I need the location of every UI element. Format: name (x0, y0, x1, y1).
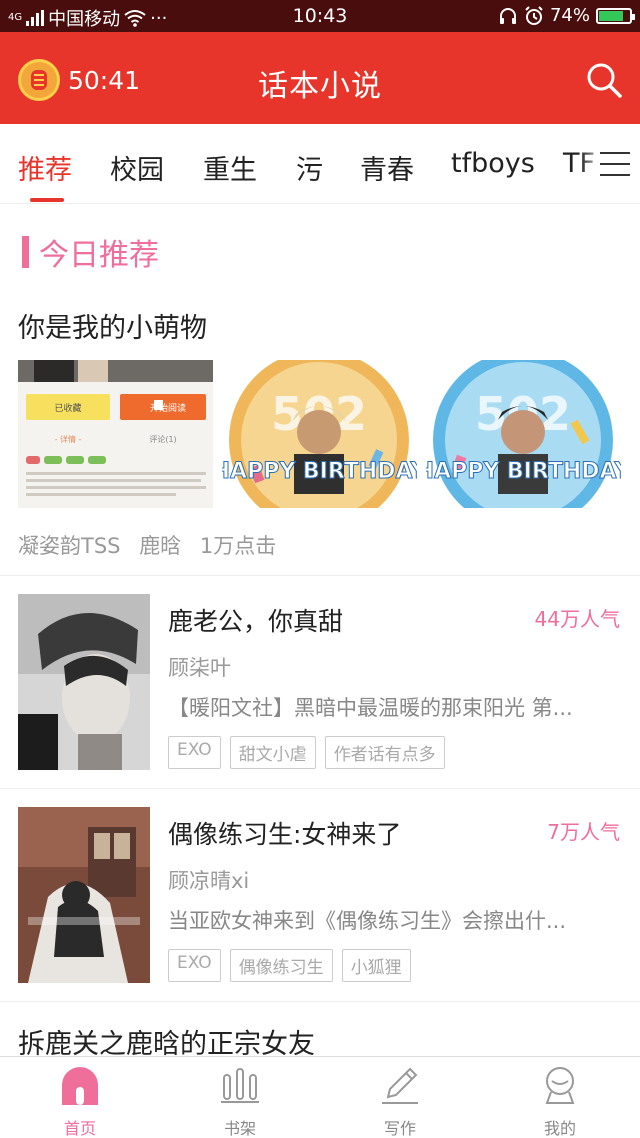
nav-write[interactable]: 写作 (340, 1065, 460, 1138)
book-tags: EXO 甜文小虐 作者话有点多 (168, 736, 445, 769)
book-item[interactable]: 偶像练习生:女神来了 7万人气 顾凉晴xi 当亚欧女神来到《偶像练习生》会擦出什… (0, 789, 640, 1001)
tab-tfboys[interactable]: tfboys (451, 148, 535, 179)
book-author: 顾柒叶 (168, 656, 231, 680)
nav-profile[interactable]: 我的 (500, 1065, 620, 1138)
bookshelf-icon (221, 1068, 259, 1103)
featured-thumbnail-2[interactable]: 502 HAPPY BIRTHDAY (222, 360, 417, 508)
thumb-comment-tab: 评论(1) (149, 434, 176, 444)
bottom-nav: 首页 书架 写作 我的 (0, 1056, 640, 1138)
section-title: 今日推荐 (39, 238, 159, 273)
status-bar: 4G 中国移动 ··· 10:43 74% (0, 0, 640, 32)
app-title: 话本小说 (258, 69, 382, 104)
thumb-detail-tab: - 详情 - (55, 434, 82, 444)
thumb-collected-label: 已收藏 (54, 402, 81, 414)
tab-recommend[interactable]: 推荐 (18, 148, 72, 187)
book-description: 当亚欧女神来到《偶像练习生》会擦出什... (168, 909, 567, 933)
book-title: 偶像练习生:女神来了 (168, 820, 402, 849)
book-author: 顾凉晴xi (168, 869, 250, 893)
featured-meta: 凝姿韵TSS 鹿晗 1万点击 (18, 530, 288, 560)
featured-thumbnail-3[interactable]: 502 HAPPY BIRTHDAY (426, 360, 621, 508)
book-popularity: 44万人气 (534, 607, 620, 631)
battery-icon (596, 7, 635, 24)
book-tag[interactable]: 小狐狸 (341, 949, 411, 982)
headphone-icon (499, 7, 516, 24)
tab-youth[interactable]: 青春 (360, 148, 414, 187)
book-description: 【暖阳文社】黑暗中最温暖的那束阳光 第... (168, 696, 573, 720)
book-tag[interactable]: 甜文小虐 (229, 736, 316, 769)
tab-dirty[interactable]: 污 (296, 148, 323, 187)
featured-author: 凝姿韵TSS (18, 534, 121, 558)
featured-story-title[interactable]: 你是我的小萌物 (18, 306, 207, 345)
featured-thumbnail-1[interactable]: 已收藏 开始阅读 - 详情 - 评论(1) (18, 360, 213, 508)
tab-rebirth[interactable]: 重生 (203, 148, 257, 187)
book-tag[interactable]: 偶像练习生 (229, 949, 333, 982)
search-icon[interactable] (586, 62, 622, 98)
nav-bookshelf-label: 书架 (223, 1119, 256, 1138)
alarm-icon (525, 5, 543, 25)
category-tabs: 推荐 校园 重生 污 青春 tfboys TF (0, 124, 640, 204)
poster-caption: HAPPY BIRTHDAY (222, 459, 417, 484)
thumbnail-screenshot: 已收藏 开始阅读 - 详情 - 评论(1) (18, 360, 213, 496)
profile-icon (545, 1067, 575, 1104)
tab-campus[interactable]: 校园 (110, 148, 164, 187)
nav-home-label: 首页 (63, 1119, 96, 1138)
book-cover (18, 807, 150, 983)
app-bar: 50:41 话本小说 (0, 32, 640, 124)
featured-clicks: 1万点击 (199, 534, 277, 558)
nav-bookshelf[interactable]: 书架 (180, 1065, 300, 1138)
book-title: 鹿老公，你真甜 (168, 607, 344, 636)
divider (0, 1001, 640, 1002)
book-tag[interactable]: EXO (168, 949, 221, 982)
thumbnail-birthday-poster-2: 502 HAPPY BIRTHDAY (426, 360, 621, 508)
battery-percent: 74% (549, 5, 590, 26)
book-item[interactable]: 鹿老公，你真甜 44万人气 顾柒叶 【暖阳文社】黑暗中最温暖的那束阳光 第...… (0, 576, 640, 788)
nav-home[interactable]: 首页 (20, 1065, 140, 1138)
section-accent-bar (22, 236, 29, 268)
menu-icon[interactable] (600, 152, 630, 176)
pen-icon (382, 1067, 418, 1104)
active-tab-indicator (30, 198, 64, 202)
nav-profile-label: 我的 (543, 1119, 576, 1138)
status-right: 74% (498, 5, 635, 26)
section-header: 今日推荐 (22, 230, 159, 274)
book-tag[interactable]: 作者话有点多 (324, 736, 445, 769)
nav-write-label: 写作 (383, 1119, 416, 1138)
book-popularity: 7万人气 (547, 820, 620, 844)
book-tags: EXO 偶像练习生 小狐狸 (168, 949, 411, 982)
book-cover (18, 594, 150, 770)
poster-caption-2: HAPPY BIRTHDAY (426, 459, 621, 484)
book-tag[interactable]: EXO (168, 736, 221, 769)
thumbnail-birthday-poster: 502 HAPPY BIRTHDAY (222, 360, 417, 508)
home-icon (62, 1067, 98, 1105)
featured-tag: 鹿晗 (139, 534, 182, 558)
